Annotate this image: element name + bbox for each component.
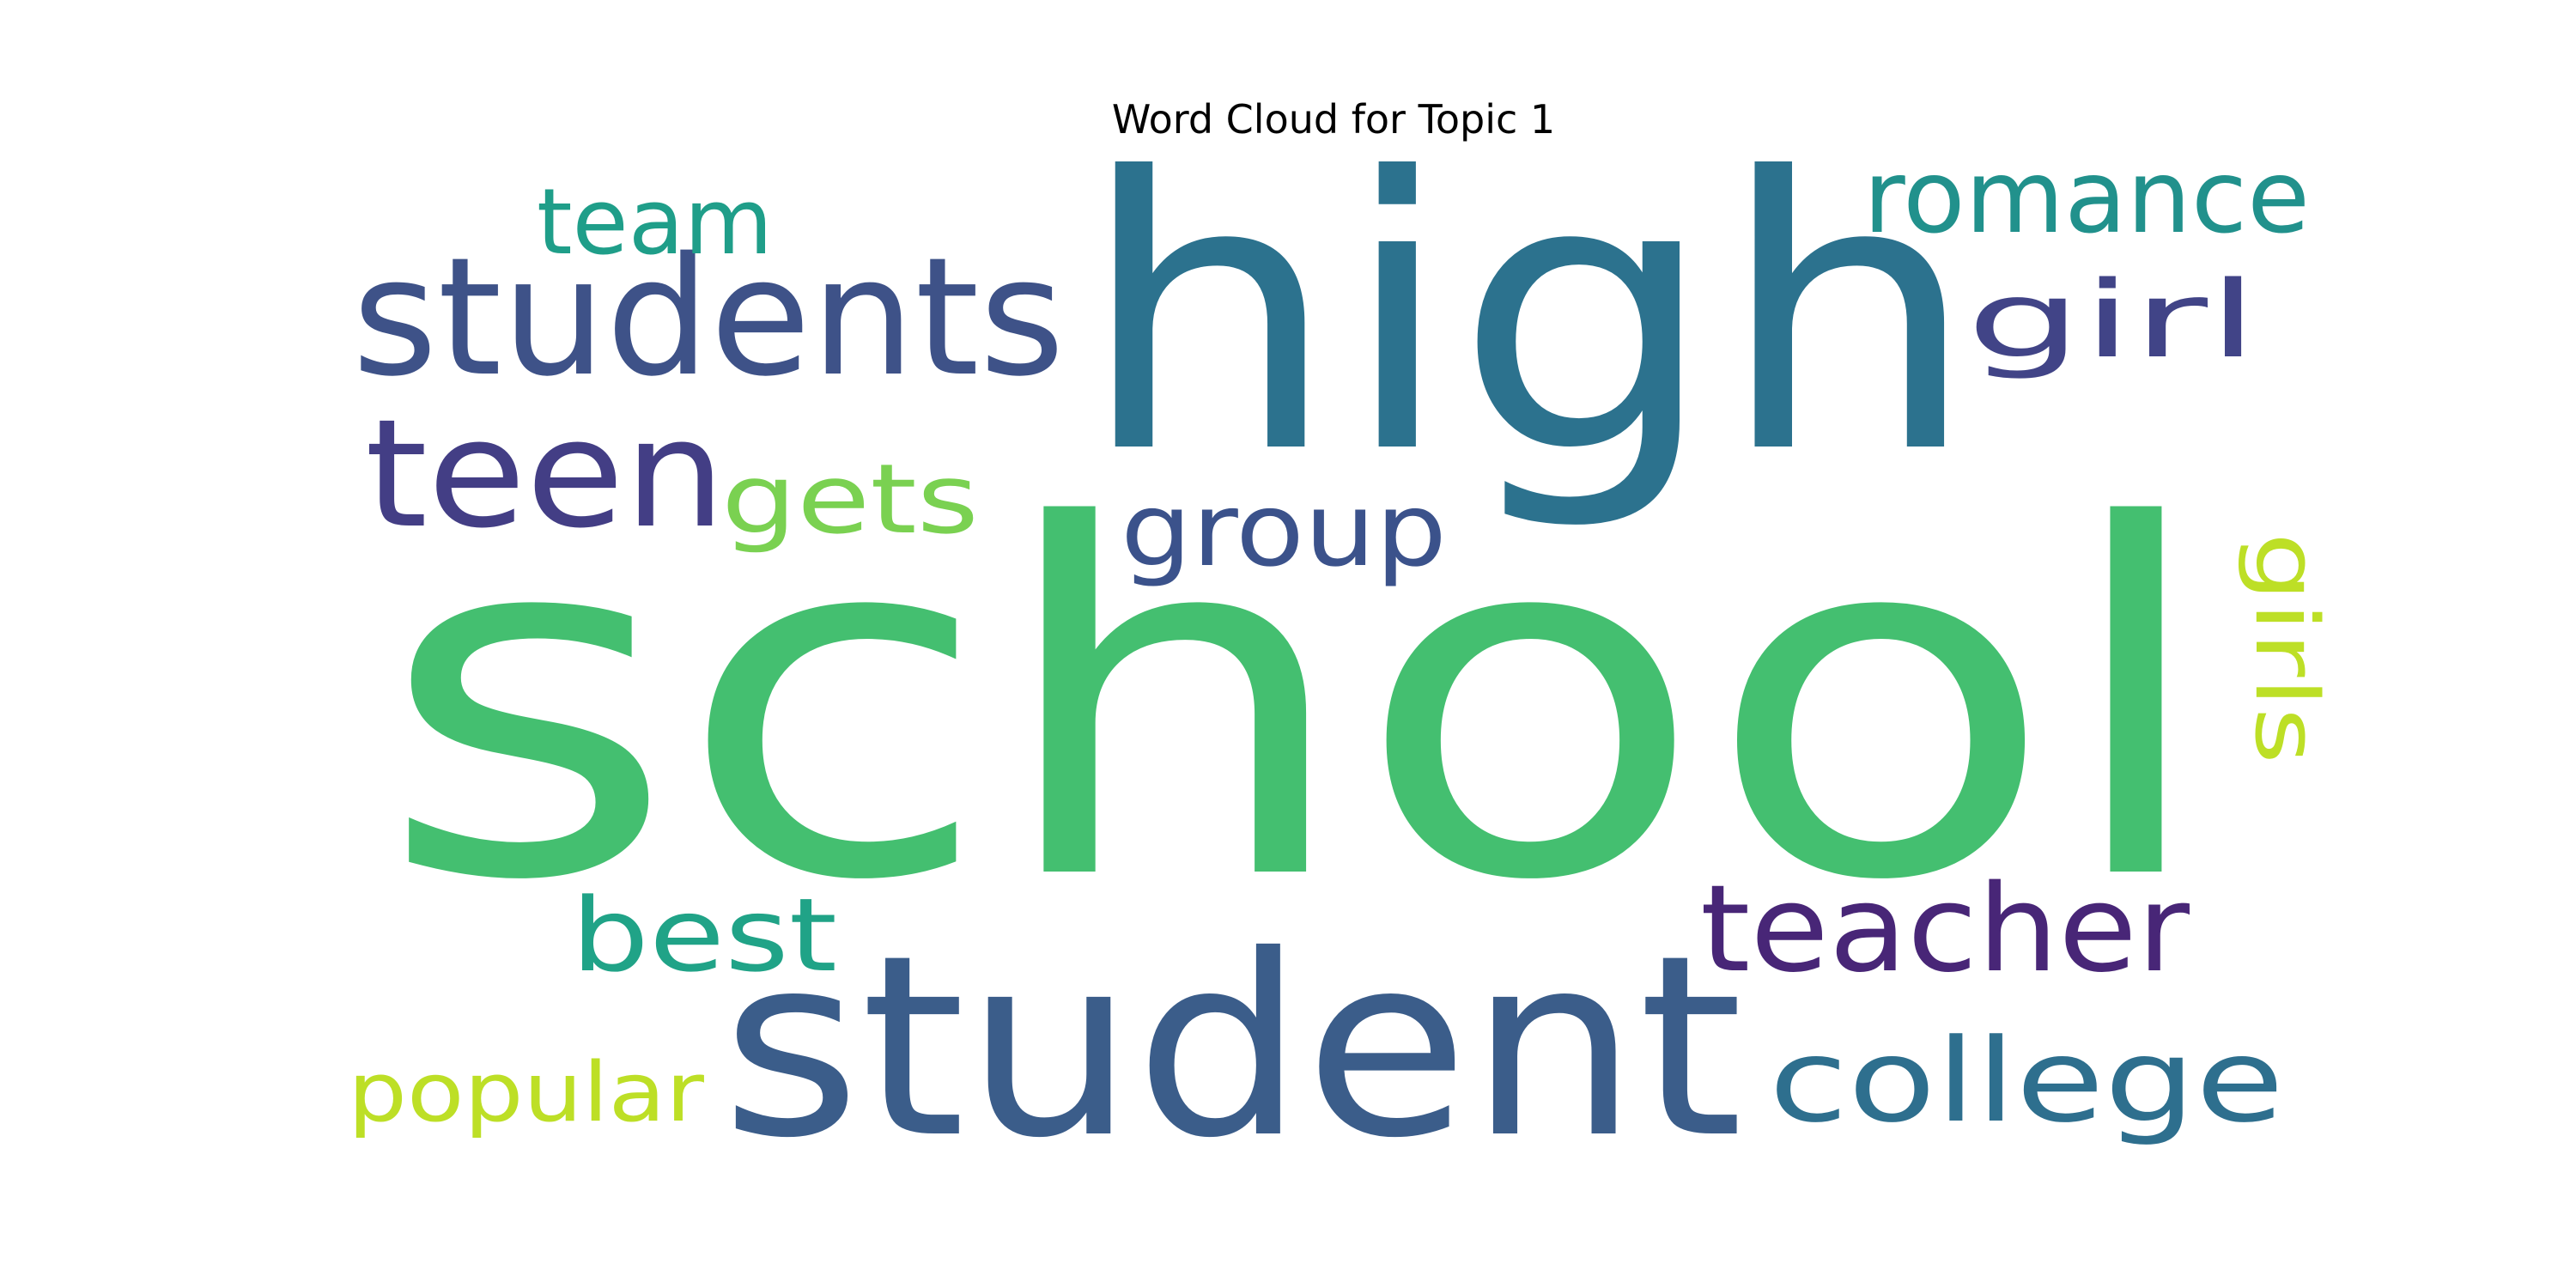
figure: Word Cloud for Topic 1 school high student…	[0, 0, 2576, 1288]
word-college: college	[1769, 1014, 2284, 1148]
word-best: best	[571, 876, 837, 994]
word-teen: teen	[365, 387, 726, 562]
word-teacher: teacher	[1700, 860, 2190, 999]
word-girl: girl	[1966, 259, 2258, 382]
word-team: team	[537, 169, 773, 275]
word-gets: gets	[721, 444, 979, 556]
word-student: student	[721, 902, 1743, 1193]
word-girls: girls	[2236, 532, 2337, 764]
word-romance: romance	[1863, 137, 2310, 256]
word-group: group	[1121, 471, 1447, 589]
word-cloud: schoolhighstudentstudentsteenteachercoll…	[348, 99, 2337, 1193]
word-popular: popular	[348, 1046, 705, 1140]
